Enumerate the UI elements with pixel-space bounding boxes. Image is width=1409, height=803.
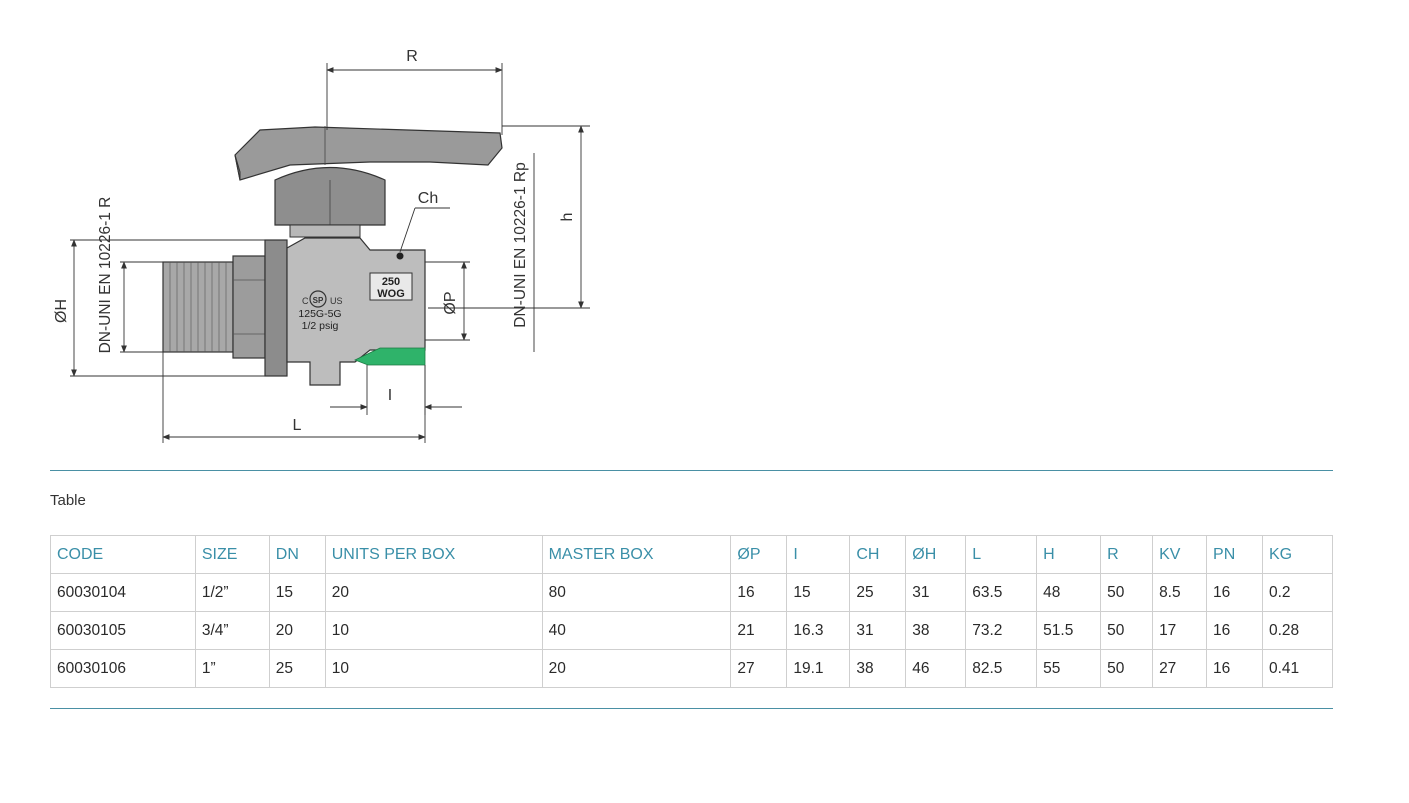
table-cell: 51.5 xyxy=(1036,611,1102,650)
table-cell: 55 xyxy=(1036,649,1102,688)
table-cell: 60030104 xyxy=(50,573,196,612)
table-cell: 3/4” xyxy=(194,611,270,650)
divider-bottom xyxy=(50,708,1333,709)
table-cell: 8.5 xyxy=(1152,573,1208,612)
table-cell: 17 xyxy=(1152,611,1208,650)
table-cell: 50 xyxy=(1100,573,1154,612)
specification-table: CODE SIZE DN UNITS PER BOX MASTER BOX ØP… xyxy=(50,535,1334,688)
table-cell: 31 xyxy=(905,573,967,612)
rating-value: 250 xyxy=(382,276,400,288)
table-cell: 0.28 xyxy=(1261,611,1334,650)
rating-unit: WOG xyxy=(377,288,405,300)
table-cell: 1” xyxy=(194,649,270,688)
table-cell: 16.3 xyxy=(786,611,851,650)
table-cell: 50 xyxy=(1100,611,1154,650)
column-header: I xyxy=(786,535,851,574)
table-cell: 16 xyxy=(1206,649,1263,688)
dim-label-i: I xyxy=(388,387,392,404)
table-cell: 20 xyxy=(268,611,326,650)
table-cell: 40 xyxy=(541,611,732,650)
column-header: MASTER BOX xyxy=(541,535,732,574)
gas-rating: 125G-5G xyxy=(298,308,341,320)
column-header: H xyxy=(1036,535,1102,574)
column-header: ØH xyxy=(905,535,967,574)
table-cell: 46 xyxy=(905,649,967,688)
csa-logo-text: SP xyxy=(313,296,324,305)
valve-technical-drawing: 250 WOG C SP US 125G-5G 1/2 psig R Ch h … xyxy=(40,30,600,460)
column-header: UNITS PER BOX xyxy=(324,535,543,574)
table-cell: 25 xyxy=(268,649,326,688)
table-cell: 10 xyxy=(324,611,543,650)
dim-label-oh: ØH xyxy=(53,299,70,323)
dim-label-op: ØP xyxy=(442,291,459,314)
table-cell: 80 xyxy=(541,573,732,612)
table-cell: 82.5 xyxy=(965,649,1038,688)
valve-handle xyxy=(234,126,503,238)
dim-label-ch: Ch xyxy=(418,190,438,207)
csa-c-mark: C xyxy=(302,296,309,306)
valve-body: 250 WOG C SP US 125G-5G 1/2 psig xyxy=(162,237,426,386)
table-header-row: CODE SIZE DN UNITS PER BOX MASTER BOX ØP… xyxy=(50,535,1334,574)
table-row: 60030104 1/2” 15 20 80 16 15 25 31 63.5 … xyxy=(50,573,1334,612)
column-header: SIZE xyxy=(194,535,270,574)
table-cell: 20 xyxy=(541,649,732,688)
table-cell: 25 xyxy=(849,573,907,612)
table-cell: 16 xyxy=(730,573,788,612)
table-cell: 19.1 xyxy=(786,649,851,688)
dim-label-h: h xyxy=(559,213,576,222)
table-cell: 63.5 xyxy=(965,573,1038,612)
table-row: 60030106 1” 25 10 20 27 19.1 38 46 82.5 … xyxy=(50,649,1334,688)
pressure-rating: 1/2 psig xyxy=(302,320,339,332)
table-row: 60030105 3/4” 20 10 40 21 16.3 31 38 73.… xyxy=(50,611,1334,650)
dim-label-l: L xyxy=(293,417,302,434)
table-cell: 1/2” xyxy=(194,573,270,612)
table-cell: 20 xyxy=(324,573,543,612)
column-header: CH xyxy=(849,535,907,574)
divider-top xyxy=(50,470,1333,471)
column-header: R xyxy=(1100,535,1154,574)
table-cell: 16 xyxy=(1206,611,1263,650)
dim-label-r: R xyxy=(406,48,418,65)
table-cell: 60030105 xyxy=(50,611,196,650)
table-cell: 27 xyxy=(730,649,788,688)
column-header: CODE xyxy=(50,535,196,574)
table-caption: Table xyxy=(50,492,86,509)
table-cell: 48 xyxy=(1036,573,1102,612)
thread-label-rp: DN-UNI EN 10226-1 Rp xyxy=(512,162,529,327)
table-cell: 60030106 xyxy=(50,649,196,688)
table-cell: 21 xyxy=(730,611,788,650)
table-cell: 73.2 xyxy=(965,611,1038,650)
column-header: ØP xyxy=(730,535,788,574)
column-header: L xyxy=(965,535,1038,574)
column-header: DN xyxy=(268,535,326,574)
table-cell: 15 xyxy=(268,573,326,612)
table-cell: 16 xyxy=(1206,573,1263,612)
thread-label-r: DN-UNI EN 10226-1 R xyxy=(97,197,114,354)
table-cell: 31 xyxy=(849,611,907,650)
column-header: KV xyxy=(1152,535,1208,574)
column-header: KG xyxy=(1261,535,1334,574)
table-cell: 38 xyxy=(905,611,967,650)
table-cell: 0.2 xyxy=(1261,573,1334,612)
table-cell: 10 xyxy=(324,649,543,688)
table-cell: 0.41 xyxy=(1261,649,1334,688)
column-header: PN xyxy=(1206,535,1263,574)
table-cell: 15 xyxy=(786,573,851,612)
csa-us-mark: US xyxy=(330,296,343,306)
table-cell: 27 xyxy=(1152,649,1208,688)
table-cell: 38 xyxy=(849,649,907,688)
table-cell: 50 xyxy=(1100,649,1154,688)
